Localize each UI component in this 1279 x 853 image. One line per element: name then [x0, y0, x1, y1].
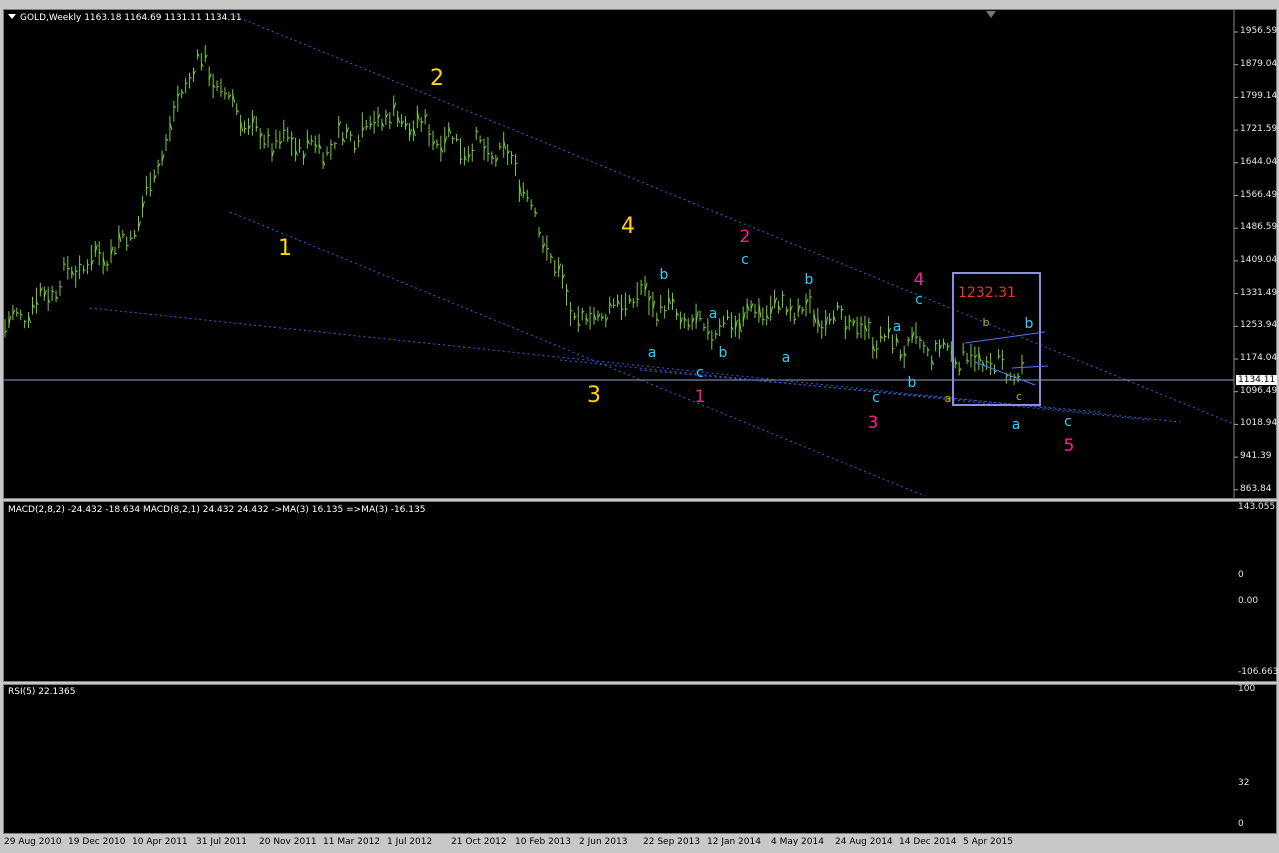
overlay-svg — [0, 0, 1279, 853]
